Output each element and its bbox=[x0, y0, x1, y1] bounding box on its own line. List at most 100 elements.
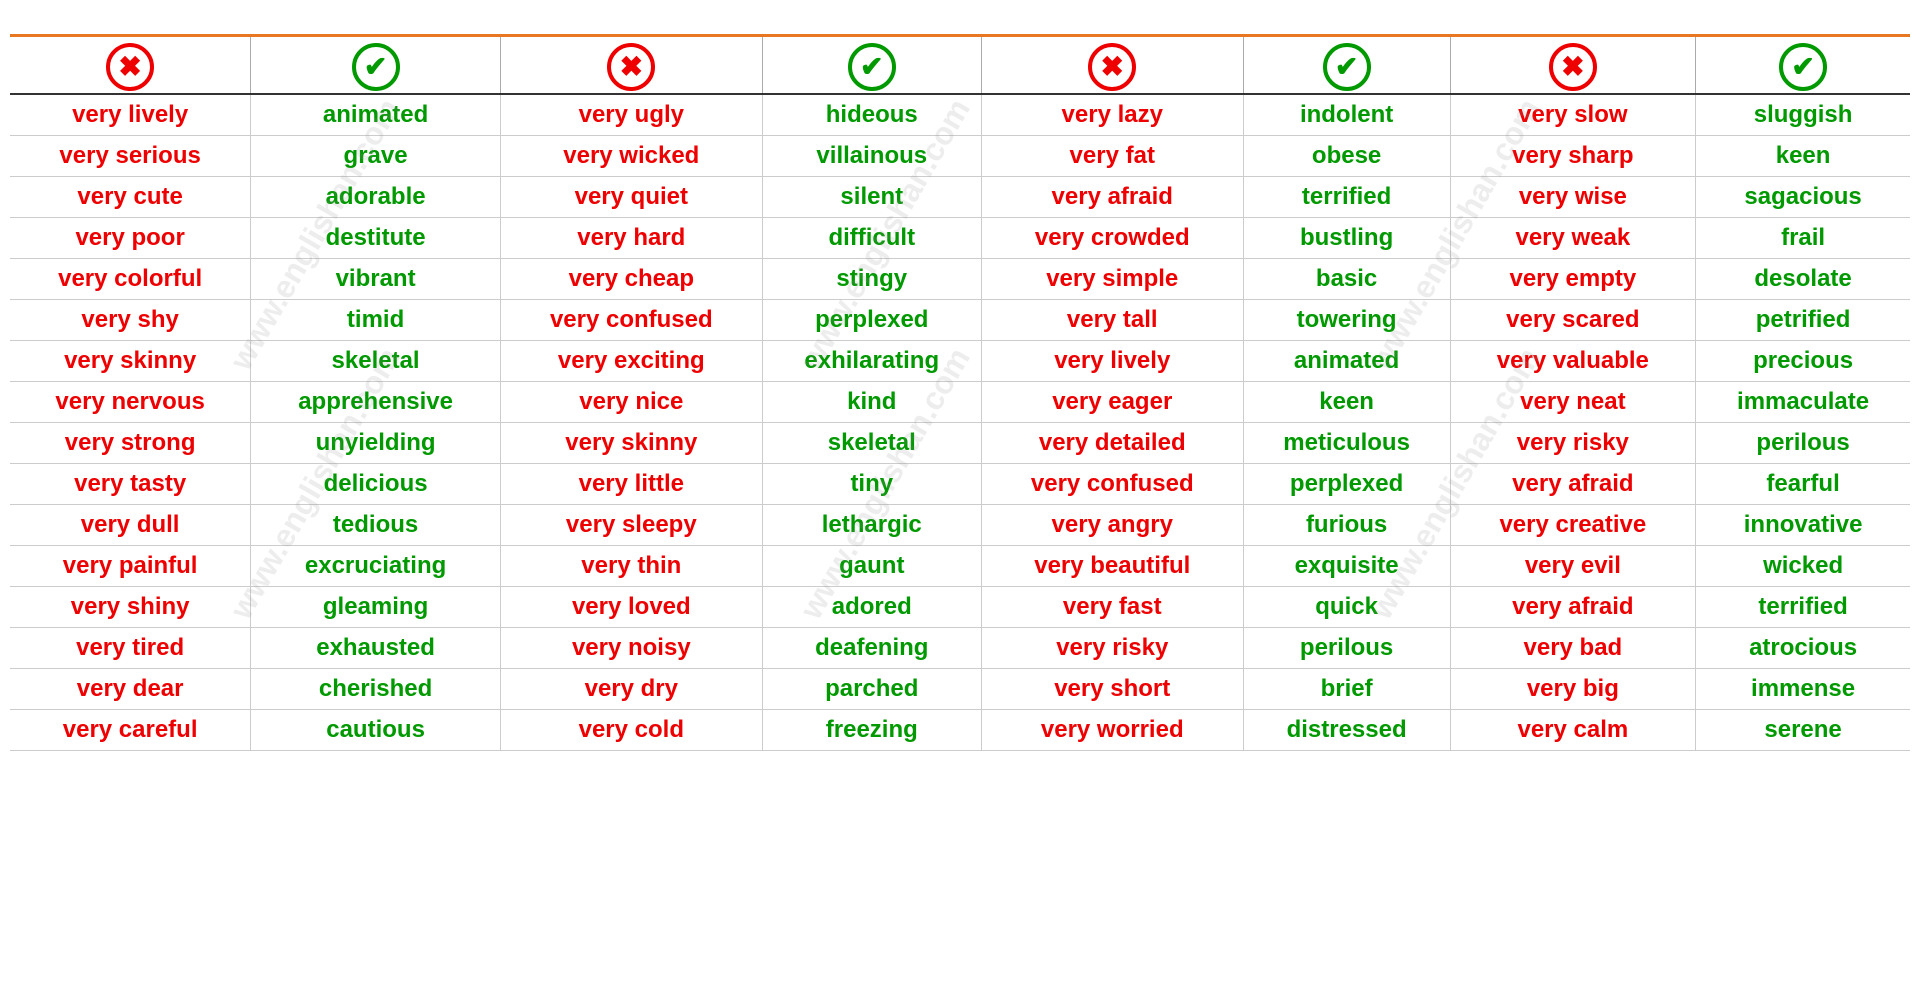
header-col-2: ✖ bbox=[500, 37, 762, 94]
cell-r9-c5: perplexed bbox=[1243, 464, 1450, 505]
cell-r11-c5: exquisite bbox=[1243, 546, 1450, 587]
cell-r2-c6: very wise bbox=[1450, 177, 1696, 218]
cell-r6-c2: very exciting bbox=[500, 341, 762, 382]
cell-r3-c0: very poor bbox=[10, 218, 251, 259]
cell-r10-c5: furious bbox=[1243, 505, 1450, 546]
table-row: very painfulexcruciatingvery thingauntve… bbox=[10, 546, 1910, 587]
x-icon: ✖ bbox=[607, 43, 655, 91]
x-icon: ✖ bbox=[1088, 43, 1136, 91]
cell-r2-c2: very quiet bbox=[500, 177, 762, 218]
cell-r3-c2: very hard bbox=[500, 218, 762, 259]
cell-r7-c3: kind bbox=[762, 382, 981, 423]
cell-r8-c2: very skinny bbox=[500, 423, 762, 464]
cell-r15-c3: freezing bbox=[762, 710, 981, 751]
table-row: very carefulcautiousvery coldfreezingver… bbox=[10, 710, 1910, 751]
header-col-5: ✔ bbox=[1243, 37, 1450, 94]
cell-r9-c2: very little bbox=[500, 464, 762, 505]
cell-r5-c7: petrified bbox=[1696, 300, 1910, 341]
cell-r2-c4: very afraid bbox=[981, 177, 1243, 218]
cell-r0-c4: very lazy bbox=[981, 94, 1243, 136]
cell-r12-c3: adored bbox=[762, 587, 981, 628]
cell-r7-c6: very neat bbox=[1450, 382, 1696, 423]
cell-r11-c4: very beautiful bbox=[981, 546, 1243, 587]
table-row: very poordestitutevery harddifficultvery… bbox=[10, 218, 1910, 259]
cell-r2-c0: very cute bbox=[10, 177, 251, 218]
cell-r10-c3: lethargic bbox=[762, 505, 981, 546]
table-row: very tastydeliciousvery littletinyvery c… bbox=[10, 464, 1910, 505]
cell-r11-c7: wicked bbox=[1696, 546, 1910, 587]
cell-r6-c1: skeletal bbox=[251, 341, 501, 382]
cell-r5-c3: perplexed bbox=[762, 300, 981, 341]
cell-r8-c1: unyielding bbox=[251, 423, 501, 464]
main-table: ✖✔✖✔✖✔✖✔ very livelyanimatedvery uglyhid… bbox=[10, 37, 1910, 751]
table-row: very strongunyieldingvery skinnyskeletal… bbox=[10, 423, 1910, 464]
cell-r2-c3: silent bbox=[762, 177, 981, 218]
cell-r8-c4: very detailed bbox=[981, 423, 1243, 464]
cell-r7-c5: keen bbox=[1243, 382, 1450, 423]
cell-r15-c4: very worried bbox=[981, 710, 1243, 751]
cell-r11-c2: very thin bbox=[500, 546, 762, 587]
cell-r4-c5: basic bbox=[1243, 259, 1450, 300]
cell-r3-c4: very crowded bbox=[981, 218, 1243, 259]
cell-r11-c6: very evil bbox=[1450, 546, 1696, 587]
check-icon: ✔ bbox=[848, 43, 896, 91]
header-col-0: ✖ bbox=[10, 37, 251, 94]
cell-r2-c5: terrified bbox=[1243, 177, 1450, 218]
cell-r7-c2: very nice bbox=[500, 382, 762, 423]
table-row: very shinygleamingvery lovedadoredvery f… bbox=[10, 587, 1910, 628]
table-row: very livelyanimatedvery uglyhideousvery … bbox=[10, 94, 1910, 136]
cell-r3-c1: destitute bbox=[251, 218, 501, 259]
cell-r15-c6: very calm bbox=[1450, 710, 1696, 751]
cell-r7-c1: apprehensive bbox=[251, 382, 501, 423]
cell-r2-c1: adorable bbox=[251, 177, 501, 218]
check-icon: ✔ bbox=[1779, 43, 1827, 91]
cell-r7-c0: very nervous bbox=[10, 382, 251, 423]
cell-r4-c0: very colorful bbox=[10, 259, 251, 300]
cell-r1-c4: very fat bbox=[981, 136, 1243, 177]
table-row: very tiredexhaustedvery noisydeafeningve… bbox=[10, 628, 1910, 669]
cell-r6-c4: very lively bbox=[981, 341, 1243, 382]
cell-r6-c5: animated bbox=[1243, 341, 1450, 382]
table-row: very nervousapprehensivevery nicekindver… bbox=[10, 382, 1910, 423]
cell-r13-c0: very tired bbox=[10, 628, 251, 669]
cell-r6-c0: very skinny bbox=[10, 341, 251, 382]
cell-r7-c7: immaculate bbox=[1696, 382, 1910, 423]
cell-r11-c0: very painful bbox=[10, 546, 251, 587]
cell-r9-c1: delicious bbox=[251, 464, 501, 505]
cell-r0-c2: very ugly bbox=[500, 94, 762, 136]
table-row: very cuteadorablevery quietsilentvery af… bbox=[10, 177, 1910, 218]
cell-r4-c4: very simple bbox=[981, 259, 1243, 300]
cell-r2-c7: sagacious bbox=[1696, 177, 1910, 218]
cell-r13-c6: very bad bbox=[1450, 628, 1696, 669]
cell-r10-c7: innovative bbox=[1696, 505, 1910, 546]
cell-r3-c5: bustling bbox=[1243, 218, 1450, 259]
cell-r0-c5: indolent bbox=[1243, 94, 1450, 136]
cell-r15-c7: serene bbox=[1696, 710, 1910, 751]
table-row: very seriousgravevery wickedvillainousve… bbox=[10, 136, 1910, 177]
cell-r11-c3: gaunt bbox=[762, 546, 981, 587]
cell-r3-c6: very weak bbox=[1450, 218, 1696, 259]
cell-r9-c6: very afraid bbox=[1450, 464, 1696, 505]
cell-r14-c4: very short bbox=[981, 669, 1243, 710]
cell-r0-c0: very lively bbox=[10, 94, 251, 136]
cell-r14-c2: very dry bbox=[500, 669, 762, 710]
cell-r10-c1: tedious bbox=[251, 505, 501, 546]
cell-r12-c4: very fast bbox=[981, 587, 1243, 628]
cell-r13-c2: very noisy bbox=[500, 628, 762, 669]
cell-r5-c2: very confused bbox=[500, 300, 762, 341]
cell-r14-c5: brief bbox=[1243, 669, 1450, 710]
cell-r5-c1: timid bbox=[251, 300, 501, 341]
cell-r9-c0: very tasty bbox=[10, 464, 251, 505]
cell-r1-c3: villainous bbox=[762, 136, 981, 177]
check-icon: ✔ bbox=[352, 43, 400, 91]
check-icon: ✔ bbox=[1323, 43, 1371, 91]
cell-r7-c4: very eager bbox=[981, 382, 1243, 423]
header-row: ✖✔✖✔✖✔✖✔ bbox=[10, 37, 1910, 94]
cell-r13-c1: exhausted bbox=[251, 628, 501, 669]
cell-r15-c2: very cold bbox=[500, 710, 762, 751]
cell-r5-c5: towering bbox=[1243, 300, 1450, 341]
cell-r15-c1: cautious bbox=[251, 710, 501, 751]
table-row: very dearcherishedvery dryparchedvery sh… bbox=[10, 669, 1910, 710]
cell-r10-c6: very creative bbox=[1450, 505, 1696, 546]
header-col-4: ✖ bbox=[981, 37, 1243, 94]
